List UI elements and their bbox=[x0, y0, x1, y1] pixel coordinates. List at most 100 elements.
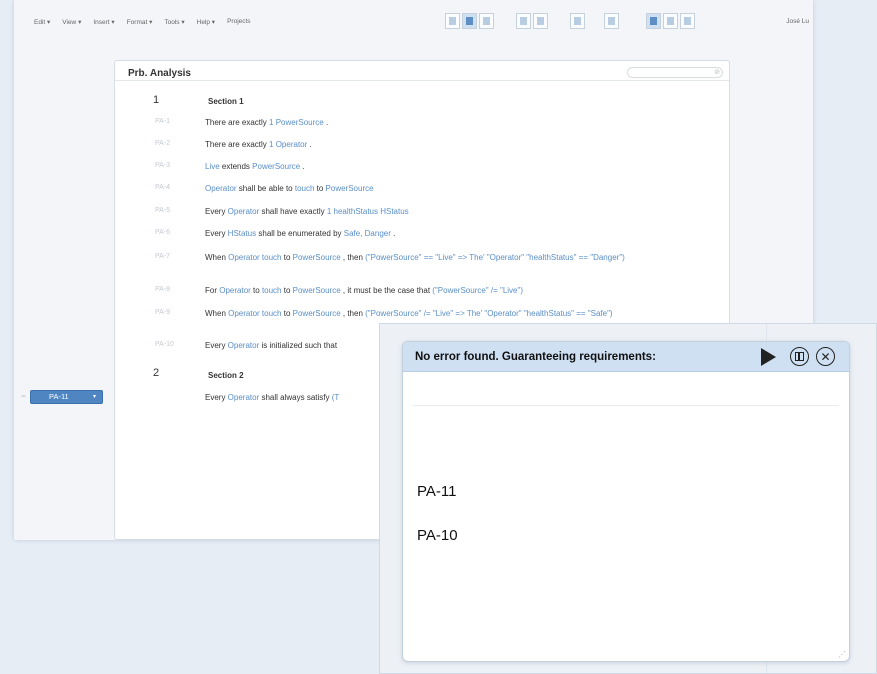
close-icon[interactable]: ✕ bbox=[816, 347, 835, 366]
section-number: 2 bbox=[153, 367, 160, 379]
document-header-divider bbox=[115, 80, 729, 81]
menu-view-label: View bbox=[62, 19, 77, 26]
view-warning-button[interactable] bbox=[680, 13, 695, 29]
requirement-keyword[interactable]: Operator touch bbox=[228, 253, 281, 262]
requirement-word: to bbox=[250, 286, 262, 295]
requirement-word: When bbox=[205, 253, 229, 262]
requirement-id: PA-2 bbox=[155, 140, 171, 147]
requirement-keyword[interactable]: 1 Operator bbox=[269, 140, 307, 149]
menu-view[interactable]: View ▾ bbox=[62, 18, 81, 26]
requirement-keyword[interactable]: PowerSource bbox=[252, 162, 300, 171]
requirement-keyword[interactable]: Operator bbox=[228, 393, 260, 402]
requirement-id: PA-10 bbox=[155, 341, 174, 348]
requirement-id: PA-8 bbox=[155, 286, 171, 293]
requirement-word: shall have exactly bbox=[259, 207, 327, 216]
layout-single-button[interactable] bbox=[462, 13, 477, 29]
requirement-word: shall be enumerated by bbox=[256, 229, 344, 238]
requirement-keyword[interactable]: ("PowerSource" == "Live" => The' "Operat… bbox=[365, 253, 625, 262]
requirement-keyword[interactable]: Operator bbox=[219, 286, 251, 295]
resize-grip-icon[interactable]: ⋰ bbox=[838, 650, 846, 659]
section-title: Section 2 bbox=[208, 371, 244, 380]
requirement-word: to bbox=[281, 253, 293, 262]
drag-handle-icon[interactable]: ⇔ bbox=[20, 393, 27, 400]
requirement-keyword[interactable]: Live bbox=[205, 162, 220, 171]
guaranteed-requirement-item[interactable]: PA-11 bbox=[417, 483, 456, 500]
expand-button[interactable] bbox=[570, 13, 585, 29]
requirement-word: , it must be the case that bbox=[340, 286, 433, 295]
menu-projects[interactable]: Projects bbox=[227, 18, 250, 26]
requirement-word: to bbox=[281, 309, 293, 318]
guaranteed-requirement-item[interactable]: PA-10 bbox=[417, 527, 458, 544]
search-clear-icon[interactable]: ⊘ bbox=[714, 69, 720, 77]
requirement-text: For Operator to touch to PowerSource , i… bbox=[205, 286, 725, 296]
selected-requirement-badge[interactable]: PA-11 ▾ bbox=[30, 390, 103, 404]
requirement-keyword[interactable]: 1 PowerSource bbox=[269, 118, 324, 127]
requirement-keyword[interactable]: touch bbox=[295, 184, 315, 193]
chevron-down-icon[interactable]: ▾ bbox=[93, 391, 96, 403]
requirement-word: Every bbox=[205, 229, 228, 238]
requirement-word: There are exactly bbox=[205, 118, 270, 127]
requirement-keyword[interactable]: ("PowerSource" /= "Live") bbox=[432, 286, 523, 295]
page-icon bbox=[466, 17, 473, 25]
menu-tools[interactable]: Tools ▾ bbox=[164, 18, 184, 26]
requirement-keyword[interactable]: PowerSource bbox=[293, 253, 341, 262]
requirement-keyword[interactable]: PowerSource bbox=[293, 309, 341, 318]
menu-edit-label: Edit bbox=[34, 19, 46, 26]
grid-button[interactable] bbox=[533, 13, 548, 29]
expand-icon bbox=[574, 17, 581, 25]
requirement-keyword[interactable]: Operator bbox=[205, 184, 237, 193]
requirement-keyword[interactable]: Operator bbox=[228, 341, 260, 350]
dialog-divider bbox=[413, 405, 839, 406]
grid-icon bbox=[537, 17, 544, 25]
requirement-keyword[interactable]: PowerSource bbox=[293, 286, 341, 295]
menu-help[interactable]: Help ▾ bbox=[197, 18, 215, 26]
requirement-id: PA-7 bbox=[155, 253, 171, 260]
requirement-keyword[interactable]: Operator touch bbox=[228, 309, 281, 318]
warning-icon bbox=[684, 17, 691, 25]
document-search-input[interactable]: ⊘ bbox=[627, 67, 723, 78]
menu-insert-label: Insert bbox=[93, 19, 110, 26]
play-icon[interactable] bbox=[761, 348, 776, 366]
layout-split-button[interactable] bbox=[479, 13, 494, 29]
requirement-word: There are exactly bbox=[205, 140, 270, 149]
menu-edit[interactable]: Edit ▾ bbox=[34, 18, 50, 26]
requirement-word: Every bbox=[205, 393, 228, 402]
requirement-keyword[interactable]: touch bbox=[262, 286, 282, 295]
requirement-word: When bbox=[205, 309, 229, 318]
main-menu: Edit ▾ View ▾ Insert ▾ Format ▾ Tools ▾ … bbox=[34, 18, 251, 26]
user-name[interactable]: José Lu bbox=[786, 18, 809, 25]
hierarchy-icon bbox=[608, 17, 615, 25]
menu-format[interactable]: Format ▾ bbox=[127, 18, 153, 26]
layout-list-button[interactable] bbox=[445, 13, 460, 29]
requirement-keyword[interactable]: Safe, Danger bbox=[344, 229, 391, 238]
requirement-word: Every bbox=[205, 207, 228, 216]
requirement-word: Every bbox=[205, 341, 228, 350]
edit-view-icon bbox=[650, 17, 657, 25]
requirement-id: PA-1 bbox=[155, 118, 171, 125]
requirement-text: Operator shall be able to touch to Power… bbox=[205, 184, 725, 194]
requirement-id: PA-9 bbox=[155, 309, 171, 316]
requirement-keyword[interactable]: ("PowerSource" /= "Live" => The' "Operat… bbox=[365, 309, 612, 318]
requirement-text: There are exactly 1 PowerSource . bbox=[205, 118, 725, 128]
view-analysis-button[interactable] bbox=[663, 13, 678, 29]
hierarchy-button[interactable] bbox=[604, 13, 619, 29]
requirement-text: Every HStatus shall be enumerated by Saf… bbox=[205, 229, 725, 239]
requirement-keyword[interactable]: 1 healthStatus HStatus bbox=[327, 207, 409, 216]
expand-toolbar-group bbox=[570, 13, 585, 29]
requirement-keyword[interactable]: Operator bbox=[228, 207, 260, 216]
layout-toolbar-group bbox=[445, 13, 494, 29]
info-button[interactable] bbox=[516, 13, 531, 29]
requirement-word: . bbox=[300, 162, 305, 171]
view-edit-button[interactable] bbox=[646, 13, 661, 29]
requirement-keyword[interactable]: (T bbox=[332, 393, 340, 402]
requirement-id: PA-6 bbox=[155, 229, 171, 236]
columns-toggle-icon[interactable] bbox=[790, 347, 809, 366]
section-title: Section 1 bbox=[208, 97, 244, 106]
requirement-keyword[interactable]: HStatus bbox=[228, 229, 256, 238]
menu-format-label: Format bbox=[126, 19, 148, 26]
menu-insert[interactable]: Insert ▾ bbox=[93, 18, 114, 26]
analysis-result-dialog: No error found. Guaranteeing requirement… bbox=[402, 341, 850, 662]
requirement-keyword[interactable]: PowerSource bbox=[326, 184, 374, 193]
requirement-word: is initialized such that bbox=[259, 341, 338, 350]
requirement-word: to bbox=[314, 184, 326, 193]
